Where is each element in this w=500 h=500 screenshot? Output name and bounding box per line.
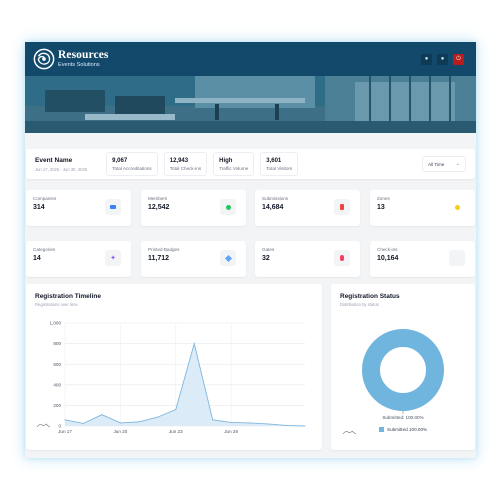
legend-label: Submitted 100.00% [387,427,428,432]
status-legend[interactable]: Submitted 100.00% [379,427,427,432]
y-tick-label: 400 [53,382,61,387]
profile-button[interactable]: ● [437,53,448,65]
data-point[interactable] [64,419,66,421]
event-summary-card: Event Name Jun 17, 2025 - Jun 30, 2025 9… [26,149,475,179]
checkin-icon [449,250,465,266]
members-icon [220,199,236,215]
stat-label: Traffic Volume [219,165,249,171]
stat-label: Total Accreditations [112,165,152,171]
metric-card-printed-badges[interactable]: Printed Badges 11,712 [141,241,246,277]
stat-traffic-volume: High Traffic Volume [213,152,255,176]
x-tick-label: Jun 17 [58,429,72,434]
x-tick-label: Jun 20 [113,429,127,434]
stat-total-visitors: 3,601 Total Visitors [260,152,299,176]
zones-icon [449,199,465,215]
metric-card-members[interactable]: Members 12,542 [141,190,246,226]
pin-icon [334,250,350,266]
data-point[interactable] [82,422,84,424]
share-icon: ✦ [105,250,121,266]
y-tick-label: 600 [53,362,61,367]
metric-card-companies[interactable]: Companies 314 [26,190,131,226]
data-point[interactable] [193,343,195,345]
mini-sparkline-icon [36,423,51,428]
metric-card-submissions[interactable]: Submissions 14,684 [255,190,360,226]
slice-label: Submitted: 100.00% [382,415,423,420]
event-dates: Jun 17, 2025 - Jun 30, 2025 [35,166,88,172]
data-point[interactable] [230,421,232,423]
event-name: Event Name [35,156,73,164]
y-tick-label: 800 [53,341,61,346]
stat-value: 12,943 [169,157,189,164]
y-tick-label: 0 [58,424,61,429]
status-donut-chart: Submitted: 100.00% [342,329,444,435]
data-point[interactable] [267,423,269,425]
top-navbar: Resources Events Solutions ● ● ⏻ [25,42,476,76]
mini-sparkline-icon [342,430,357,435]
y-tick-label: 1,000 [50,321,62,326]
data-point[interactable] [156,416,158,418]
header-actions: ● ● ⏻ [421,53,464,65]
badge-icon [220,250,236,266]
event-info: Event Name Jun 17, 2025 - Jun 30, 2025 [35,157,87,172]
timeline-chart: 0 200 400 600 800 1,000 Jun 17 Jun 20 Jun 23 Jun … [36,321,306,434]
data-point[interactable] [249,422,251,424]
time-range-value: All Time [428,161,445,167]
data-point[interactable] [212,419,214,421]
metric-card-categories[interactable]: Categories 14 ✦ [26,241,131,277]
power-icon: ⏻ [456,55,461,62]
data-point[interactable] [119,422,121,424]
donut-slice-submitted[interactable] [362,329,444,411]
stat-value: High [219,157,233,164]
time-range-select[interactable]: All Time ⌄ [422,156,466,172]
document-icon [334,199,350,215]
stat-total-accreditations: 9,067 Total Accreditations [106,152,158,176]
user-icon: ● [440,56,445,62]
stat-label: Total Check-ins [169,165,202,171]
chevron-down-icon: ⌄ [455,161,460,167]
metric-card-checkins[interactable]: Check-ins 10,164 [370,241,475,277]
registration-status-panel: Registration Status Distribution by stat… [331,284,475,450]
brand-title: Resources [58,48,109,61]
stat-label: Total Visitors [266,165,293,171]
hero-banner [25,76,476,133]
data-point[interactable] [101,414,103,416]
brand-subtitle: Events Solutions [58,61,100,68]
bell-icon: ● [424,56,429,62]
data-point[interactable] [175,409,177,411]
metric-card-zones[interactable]: Zones 13 [370,190,475,226]
brand-logo-icon [33,48,55,70]
data-point[interactable] [138,421,140,423]
stat-value: 9,067 [112,157,128,164]
x-tick-label: Jun 23 [169,429,183,434]
data-point[interactable] [304,425,306,427]
registration-timeline-panel: Registration Timeline Registrations over… [26,284,322,450]
stat-value: 3,601 [266,157,282,164]
metric-card-gates[interactable]: Gates 32 [255,241,360,277]
legend-swatch [379,427,384,432]
logout-button[interactable]: ⏻ [453,53,464,65]
notifications-button[interactable]: ● [421,53,432,65]
brand: Resources Events Solutions [58,48,109,69]
data-point[interactable] [286,424,288,426]
y-tick-label: 200 [53,403,61,408]
card-icon [105,199,121,215]
stat-total-checkins: 12,943 Total Check-ins [163,152,208,176]
x-tick-label: Jun 26 [224,429,238,434]
office-photo [25,76,476,133]
dashboard-window: Resources Events Solutions ● ● ⏻ Event N… [25,42,476,458]
